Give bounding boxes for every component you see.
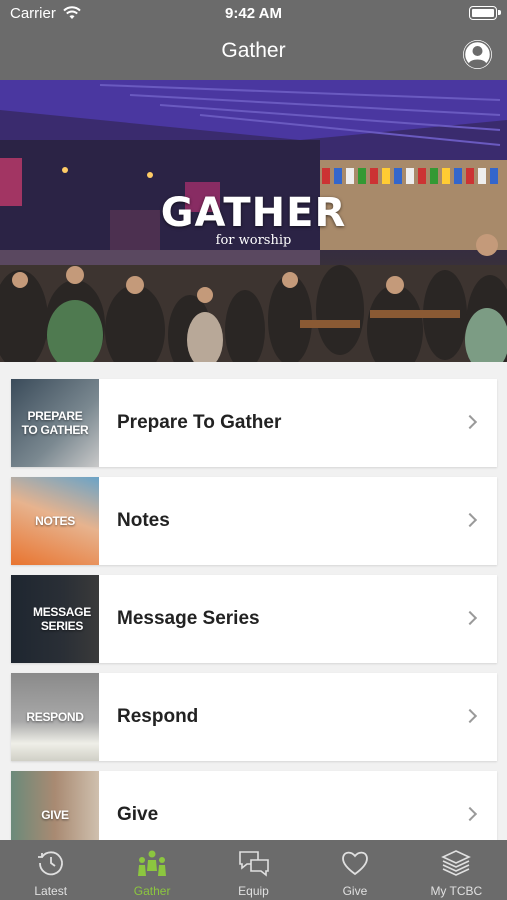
respond-thumbnail-label: RESPOND	[26, 710, 84, 724]
gather-menu-list: PREPARE TO GATHER Prepare To Gather NOTE…	[11, 379, 497, 869]
notes-thumbnail: NOTES	[11, 477, 99, 565]
message-series-thumbnail-label: MESSAGE SERIES	[33, 605, 91, 633]
chat-bubbles-icon	[238, 851, 269, 877]
people-icon	[138, 850, 167, 876]
prepare-thumbnail-label: PREPARE TO GATHER	[21, 409, 89, 437]
list-item-notes[interactable]: NOTES Notes	[11, 477, 497, 565]
tab-give[interactable]: Give	[304, 840, 405, 900]
list-item-message-series[interactable]: MESSAGE SERIES Message Series	[11, 575, 497, 663]
hero-logo: GATHER for worship	[0, 193, 507, 248]
status-time: 9:42 AM	[225, 5, 282, 22]
tab-label: Give	[342, 884, 368, 898]
chevron-right-icon	[462, 414, 478, 430]
tab-gather[interactable]: Gather	[101, 840, 202, 900]
message-series-thumbnail: MESSAGE SERIES	[11, 575, 99, 663]
list-item-prepare-to-gather[interactable]: PREPARE TO GATHER Prepare To Gather	[11, 379, 497, 467]
hero-subtitle: for worship	[215, 233, 292, 248]
hero-title: GATHER	[160, 190, 347, 236]
hero-banner: GATHER for worship	[0, 80, 507, 362]
tab-bar: Latest Gather Equip Give My TCBC	[0, 840, 507, 900]
prepare-thumbnail: PREPARE TO GATHER	[11, 379, 99, 467]
tab-label: My TCBC	[430, 884, 483, 898]
page-title: Gather	[221, 39, 286, 62]
list-item-label: Notes	[117, 510, 170, 531]
list-item-label: Respond	[117, 706, 199, 727]
top-bar: Carrier 9:42 AM Gather	[0, 0, 507, 80]
list-item-label: Prepare To Gather	[117, 412, 282, 433]
clock-icon	[37, 851, 63, 876]
list-item-respond[interactable]: RESPOND Respond	[11, 673, 497, 761]
heart-icon	[342, 851, 368, 876]
tab-equip[interactable]: Equip	[203, 840, 304, 900]
chevron-right-icon	[462, 610, 478, 626]
tab-label: Equip	[238, 884, 269, 898]
chevron-right-icon	[462, 512, 478, 528]
tab-label: Gather	[133, 884, 171, 898]
tab-latest[interactable]: Latest	[0, 840, 101, 900]
respond-thumbnail: RESPOND	[11, 673, 99, 761]
battery-icon	[469, 6, 501, 20]
tab-my-tcbc[interactable]: My TCBC	[406, 840, 507, 900]
list-item-label: Message Series	[117, 608, 260, 629]
layers-icon	[441, 850, 472, 876]
status-bar: Carrier 9:42 AM	[0, 0, 507, 28]
chevron-right-icon	[462, 806, 478, 822]
chevron-right-icon	[462, 708, 478, 724]
tab-label: Latest	[34, 884, 68, 898]
profile-icon[interactable]	[463, 40, 492, 69]
notes-thumbnail-label: NOTES	[35, 514, 75, 528]
